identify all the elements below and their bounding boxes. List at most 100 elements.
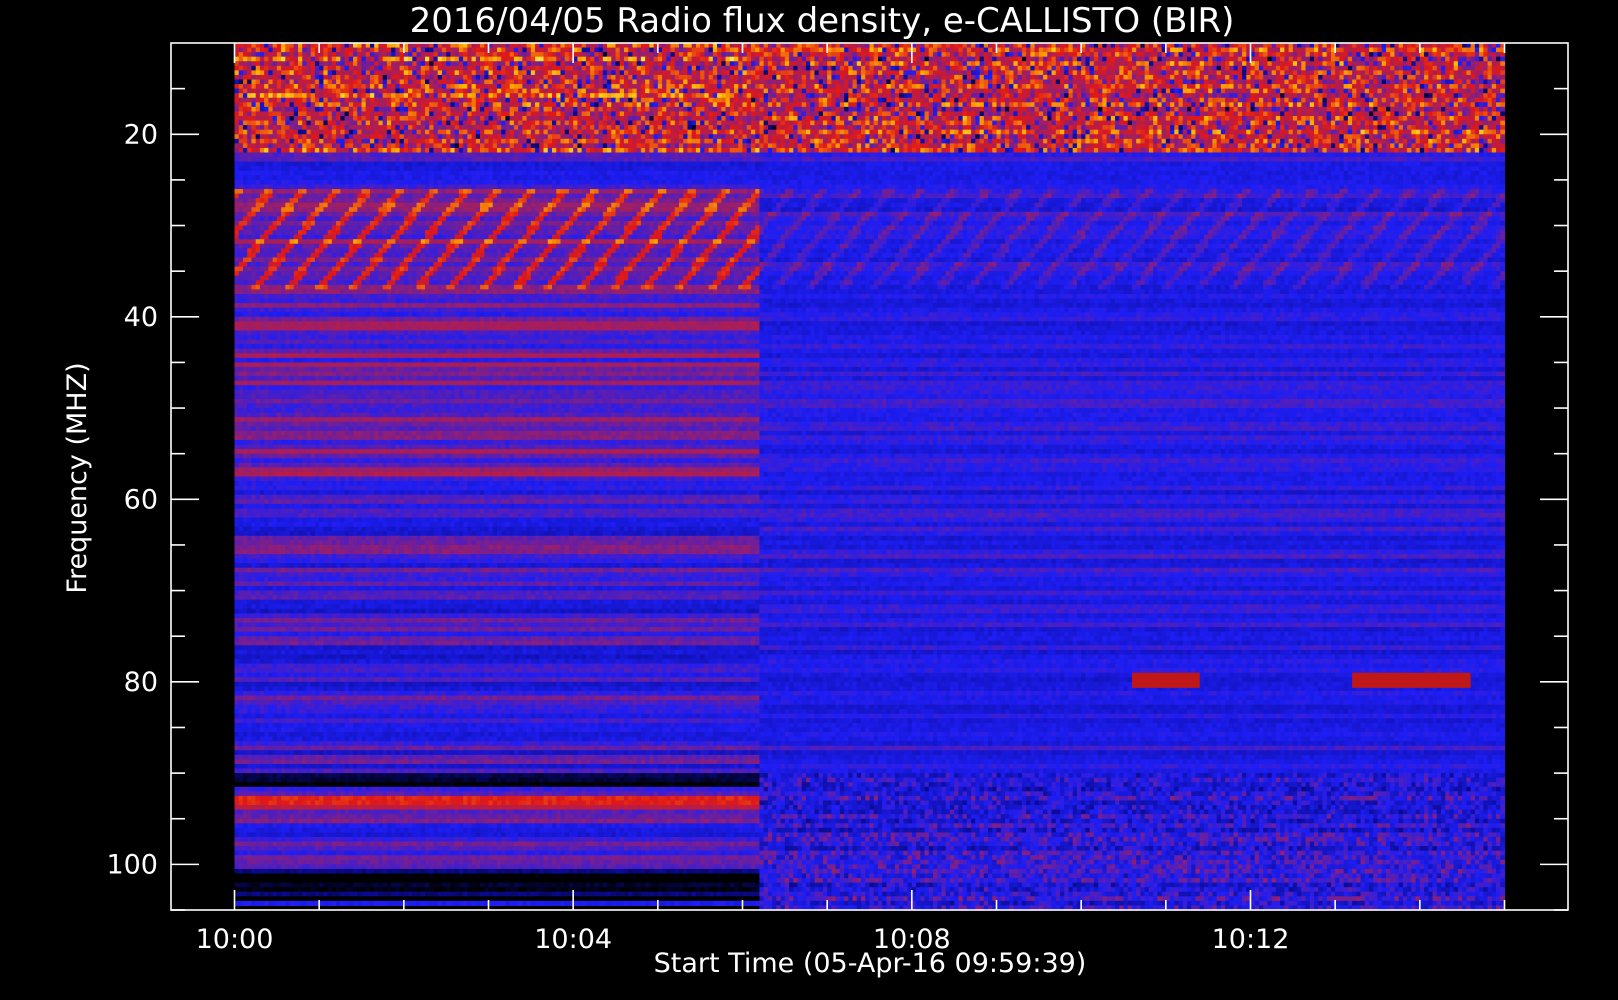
heatmap-cell — [425, 61, 430, 66]
heatmap-cell — [1267, 61, 1272, 66]
heatmap-cell — [1056, 66, 1061, 71]
heatmap-cell — [1204, 48, 1209, 53]
heatmap-cell — [1157, 70, 1162, 75]
heatmap-cell — [1026, 66, 1031, 71]
heatmap-cell — [1001, 48, 1006, 53]
heatmap-cell — [1339, 80, 1344, 85]
heatmap-cell — [1458, 57, 1463, 62]
heatmap-cell — [624, 66, 629, 71]
heatmap-cell — [239, 57, 244, 62]
heatmap-cell — [687, 57, 692, 62]
heatmap-cell — [997, 75, 1002, 80]
heatmap-cell — [975, 52, 980, 57]
heatmap-cell — [785, 52, 790, 57]
heatmap-cell — [1195, 61, 1200, 66]
heatmap-cell — [1386, 70, 1391, 75]
heatmap-cell — [552, 52, 557, 57]
heatmap-cell — [988, 61, 993, 66]
heatmap-cell — [1322, 70, 1327, 75]
heatmap-cell — [679, 70, 684, 75]
heatmap-cell — [497, 80, 502, 85]
heatmap-cell — [755, 70, 760, 75]
heatmap-cell — [1297, 66, 1302, 71]
heatmap-cell — [649, 84, 654, 89]
heatmap-cell — [455, 84, 460, 89]
heatmap-cell — [637, 80, 642, 85]
heatmap-cell — [1001, 75, 1006, 80]
heatmap-cell — [332, 84, 337, 89]
heatmap-cell — [522, 57, 527, 62]
heatmap-cell — [1428, 52, 1433, 57]
heatmap-cell — [793, 61, 798, 66]
heatmap-cell — [696, 84, 701, 89]
heatmap-cell — [417, 61, 422, 66]
heatmap-cell — [1068, 52, 1073, 57]
heatmap-cell — [1030, 57, 1035, 62]
heatmap-cell — [920, 61, 925, 66]
heatmap-cell — [1090, 57, 1095, 62]
heatmap-cell — [916, 61, 921, 66]
heatmap-cell — [425, 75, 430, 80]
heatmap-cell — [480, 84, 485, 89]
heatmap-cell — [1348, 70, 1353, 75]
heatmap-cell — [336, 52, 341, 57]
heatmap-cell — [891, 80, 896, 85]
heatmap-cell — [1390, 80, 1395, 85]
heatmap-cell — [1035, 52, 1040, 57]
heatmap-cell — [1090, 70, 1095, 75]
heatmap-cell — [1301, 80, 1306, 85]
heatmap-cell — [891, 70, 896, 75]
heatmap-cell — [586, 70, 591, 75]
heatmap-cell — [743, 66, 748, 71]
heatmap-cell — [878, 84, 883, 89]
heatmap-cell — [328, 66, 333, 71]
heatmap-cell — [671, 52, 676, 57]
heatmap-cell — [827, 80, 832, 85]
heatmap-cell — [950, 52, 955, 57]
heatmap-cell — [404, 66, 409, 71]
heatmap-cell — [844, 80, 849, 85]
heatmap-cell — [925, 80, 930, 85]
heatmap-cell — [666, 61, 671, 66]
heatmap-cell — [378, 80, 383, 85]
heatmap-cell — [1174, 80, 1179, 85]
heatmap-cell — [417, 80, 422, 85]
heatmap-cell — [1187, 75, 1192, 80]
heatmap-cell — [463, 70, 468, 75]
heatmap-cell — [594, 52, 599, 57]
heatmap-cell — [1217, 61, 1222, 66]
heatmap-cell — [628, 70, 633, 75]
heatmap-cell — [874, 61, 879, 66]
heatmap-cell — [582, 57, 587, 62]
heatmap-cell — [1454, 61, 1459, 66]
heatmap-cell — [963, 84, 968, 89]
heatmap-cell — [315, 61, 320, 66]
heatmap-cell — [920, 75, 925, 80]
heatmap-cell — [861, 61, 866, 66]
heatmap-cell — [404, 57, 409, 62]
heatmap-cell — [501, 57, 506, 62]
heatmap-cell — [319, 80, 324, 85]
heatmap-cell — [577, 48, 582, 53]
heatmap-cell — [836, 66, 841, 71]
heatmap-cell — [590, 48, 595, 53]
heatmap-cell — [1293, 75, 1298, 80]
heatmap-cell — [247, 70, 252, 75]
heatmap-cell — [1221, 70, 1226, 75]
heatmap-cell — [277, 48, 282, 53]
heatmap-cell — [577, 57, 582, 62]
heatmap-cell — [433, 84, 438, 89]
heatmap-cell — [620, 48, 625, 53]
heatmap-cell — [1005, 70, 1010, 75]
heatmap-cell — [810, 75, 815, 80]
heatmap-cell — [848, 70, 853, 75]
heatmap-cell — [1454, 48, 1459, 53]
heatmap-cell — [340, 57, 345, 62]
heatmap-cell — [268, 48, 273, 53]
heatmap-cell — [455, 52, 460, 57]
heatmap-cell — [980, 48, 985, 53]
heatmap-cell — [1162, 61, 1167, 66]
heatmap-cell — [349, 66, 354, 71]
heatmap-cell — [518, 70, 523, 75]
heatmap-cell — [886, 52, 891, 57]
